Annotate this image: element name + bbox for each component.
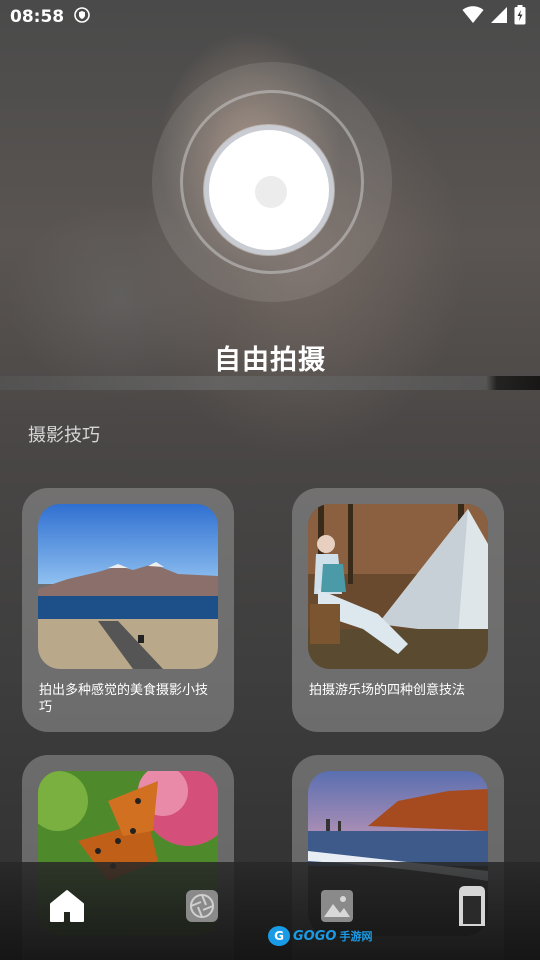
mode-title: 自由拍摄	[214, 345, 326, 376]
photo-strip-divider	[0, 376, 540, 390]
nav-camera-button[interactable]	[182, 888, 222, 928]
home-icon	[49, 889, 85, 927]
wifi-icon	[462, 6, 484, 28]
watermark-suffix: 手游网	[339, 930, 373, 943]
watermark-logo: G GOGO 手游网	[268, 926, 372, 946]
nav-home-button[interactable]	[47, 888, 87, 928]
phone-icon	[455, 884, 489, 932]
aperture-icon	[185, 889, 219, 927]
mountain-lake-road-photo	[38, 504, 218, 669]
watermark-brand: GOGO	[293, 928, 337, 944]
image-icon	[320, 889, 354, 927]
tip-card[interactable]: 拍出多种感觉的美食摄影小技巧	[22, 488, 234, 732]
gogo-logo-icon: G	[268, 926, 290, 946]
status-time: 08:58	[10, 7, 65, 27]
nav-profile-button[interactable]	[452, 886, 492, 928]
shutter-area	[152, 62, 392, 302]
woman-beside-tent-photo	[308, 504, 488, 669]
shutter-center-dot	[255, 176, 287, 208]
tip-card-caption: 拍摄游乐场的四种创意技法	[309, 683, 466, 698]
section-title: 摄影技巧	[28, 425, 100, 446]
nav-gallery-button[interactable]	[317, 888, 357, 928]
battery-charging-icon	[514, 5, 526, 29]
signal-icon	[490, 6, 508, 28]
status-bar: 08:58	[0, 0, 540, 34]
tip-card-caption: 拍出多种感觉的美食摄影小技巧	[39, 683, 209, 715]
shutter-button[interactable]	[204, 125, 334, 255]
shield-app-icon	[74, 7, 90, 27]
tip-card[interactable]: 拍摄游乐场的四种创意技法	[292, 488, 504, 732]
